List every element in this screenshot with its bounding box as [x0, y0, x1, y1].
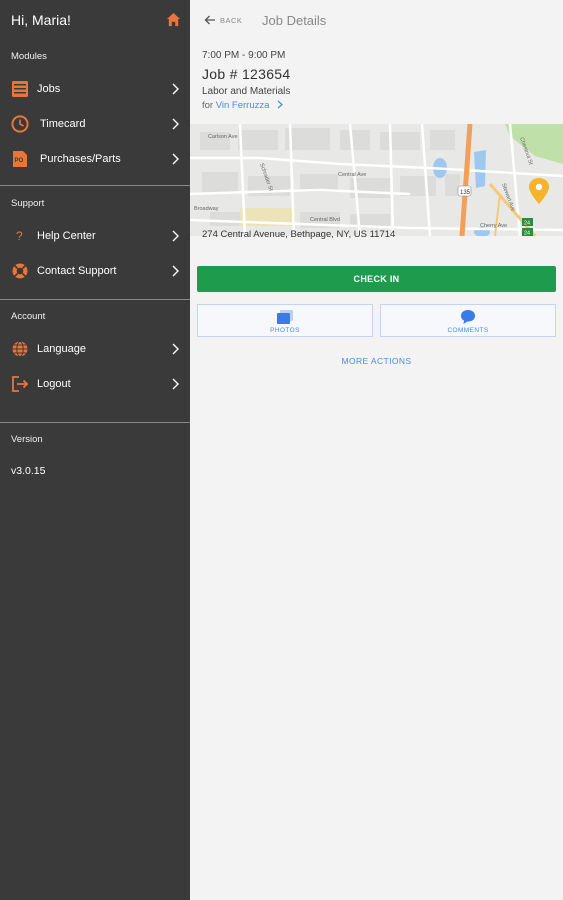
po-icon: PO: [13, 151, 27, 167]
sidebar-item-label: Language: [37, 343, 86, 355]
chevron-right-icon: [172, 343, 179, 355]
sidebar-item-label: Contact Support: [37, 265, 117, 277]
sidebar-item-label: Logout: [37, 378, 71, 390]
check-in-button[interactable]: CHECK IN: [197, 266, 556, 292]
arrow-left-icon: [204, 15, 215, 25]
section-label-modules: Modules: [11, 51, 47, 62]
sidebar-item-purchases-parts[interactable]: PO Purchases/Parts: [0, 144, 190, 174]
section-label-support: Support: [11, 198, 45, 209]
for-label: for: [202, 100, 214, 111]
customer-link[interactable]: for Vin Ferruzza: [202, 100, 283, 111]
comments-label: COMMENTS: [447, 327, 489, 334]
chevron-right-icon: [277, 100, 283, 109]
comments-button[interactable]: COMMENTS: [380, 304, 556, 337]
street-label: Central Ave: [338, 172, 366, 178]
comment-icon: [461, 310, 475, 324]
section-label-account: Account: [11, 311, 46, 322]
question-icon: ?: [16, 229, 23, 243]
home-icon[interactable]: [166, 12, 181, 27]
photos-button[interactable]: PHOTOS: [197, 304, 373, 337]
svg-text:24: 24: [524, 231, 530, 237]
sidebar-item-jobs[interactable]: Jobs: [0, 74, 190, 104]
svg-text:24: 24: [524, 221, 530, 227]
sidebar-item-label: Purchases/Parts: [40, 153, 121, 165]
photos-label: PHOTOS: [270, 327, 300, 334]
sidebar-item-label: Jobs: [37, 83, 61, 95]
street-label: Broadway: [194, 206, 219, 212]
sidebar: Hi, Maria! Modules Jobs Timecard PO Purc…: [0, 0, 190, 900]
street-label: Carlson Ave: [208, 134, 238, 140]
job-time-range: 7:00 PM - 9:00 PM: [202, 50, 286, 61]
sidebar-item-timecard[interactable]: Timecard: [0, 109, 190, 139]
back-label: BACK: [220, 15, 243, 25]
section-label-version: Version: [11, 434, 43, 445]
job-address: 274 Central Avenue, Bethpage, NY, US 117…: [202, 229, 396, 240]
globe-icon: [12, 341, 28, 357]
chevron-right-icon: [172, 265, 179, 277]
chevron-right-icon: [172, 230, 179, 242]
version-value: v3.0.15: [11, 465, 46, 477]
chevron-right-icon: [172, 118, 179, 130]
route-shield-135: 135: [457, 185, 472, 197]
job-type: Labor and Materials: [202, 86, 291, 97]
photos-icon: [277, 310, 293, 324]
svg-text:PO: PO: [15, 158, 24, 164]
svg-text:?: ?: [16, 229, 23, 243]
sidebar-item-help-center[interactable]: ? Help Center: [0, 221, 190, 251]
street-label: Cherry Ave: [480, 223, 507, 229]
location-map[interactable]: 135 24 24 Carlson Ave Central Ave Centra…: [190, 124, 563, 236]
job-number: Job # 123654: [202, 66, 291, 82]
chevron-right-icon: [172, 83, 179, 95]
back-button[interactable]: BACK: [204, 14, 242, 26]
sidebar-item-label: Help Center: [37, 230, 96, 242]
greeting: Hi, Maria!: [11, 12, 71, 28]
page-title: Job Details: [262, 13, 327, 28]
logout-icon: [12, 376, 29, 392]
sidebar-item-label: Timecard: [40, 118, 86, 130]
sidebar-item-logout[interactable]: Logout: [0, 369, 190, 399]
chevron-right-icon: [172, 378, 179, 390]
more-actions-link[interactable]: MORE ACTIONS: [190, 356, 563, 366]
lifebuoy-icon: [12, 263, 28, 279]
jobs-icon: [12, 81, 28, 97]
sidebar-item-contact-support[interactable]: Contact Support: [0, 256, 190, 286]
svg-text:135: 135: [460, 190, 471, 196]
sidebar-item-language[interactable]: Language: [0, 334, 190, 364]
clock-icon: [11, 115, 29, 133]
customer-name: Vin Ferruzza: [215, 100, 270, 111]
divider: [0, 422, 190, 423]
job-details-panel: BACK Job Details 7:00 PM - 9:00 PM Job #…: [190, 0, 563, 900]
street-label: Central Blvd: [310, 217, 340, 223]
divider: [0, 299, 190, 300]
divider: [0, 185, 190, 186]
chevron-right-icon: [172, 153, 179, 165]
